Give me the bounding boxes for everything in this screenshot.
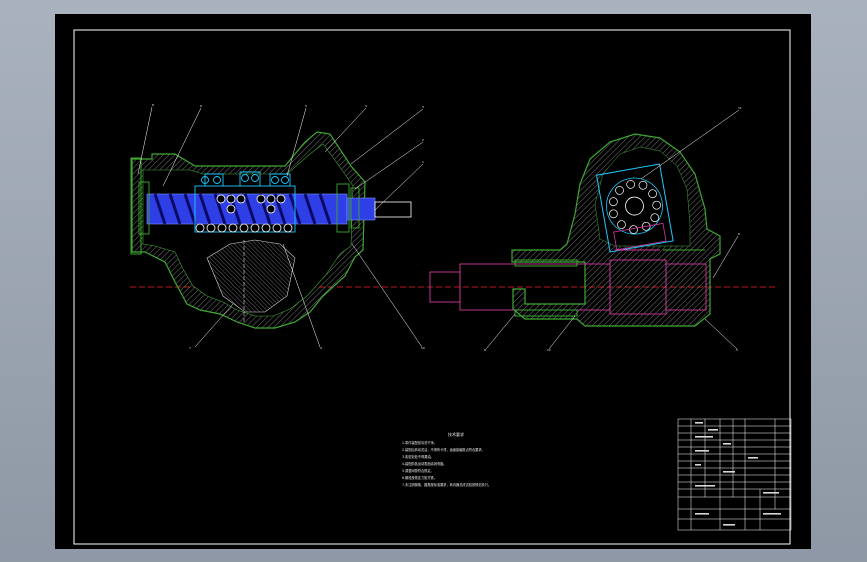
callout-7: 7 — [189, 346, 191, 350]
note-line-3: 3.各密封处不得漏油。 — [402, 454, 434, 459]
drawing-svg: 8 6 5 4 3 2 1 7 9 10 11 6 8 12 5 技术要求 1.… — [73, 29, 792, 545]
title-block-marks — [695, 422, 781, 526]
balls-bottom — [195, 223, 293, 233]
callout-5: 5 — [305, 104, 307, 108]
callout-10: 10 — [421, 346, 425, 350]
callout-4: 4 — [365, 104, 367, 108]
callout-2: 2 — [422, 138, 424, 142]
right-section-view: 11 6 8 12 5 — [429, 106, 742, 352]
note-line-7: 7.未注明倒角、圆角按标准要求，转向器总成试验按规范执行。 — [402, 482, 491, 487]
callout-5r: 5 — [736, 348, 738, 352]
callout-8: 8 — [152, 103, 154, 107]
drawing-sheet: 8 6 5 4 3 2 1 7 9 10 11 6 8 12 5 技术要求 1.… — [55, 14, 811, 549]
technical-notes: 技术要求 1.零件装配前清洗干净。 2.装配后转动灵活，不得有卡滞，齿面接触斑点… — [402, 431, 491, 487]
left-section-view: 8 6 5 4 3 2 1 7 9 10 — [130, 103, 425, 350]
note-line-4: 4.装配前各运动表面涂润滑脂。 — [402, 461, 446, 466]
callout-12: 12 — [547, 348, 551, 352]
note-line-6: 6.螺栓按规定力矩拧紧。 — [402, 475, 437, 480]
note-line-2: 2.装配后转动灵活，不得有卡滞，齿面接触斑点符合要求。 — [402, 447, 485, 452]
callout-11: 11 — [738, 106, 742, 110]
callout-8r: 8 — [484, 348, 486, 352]
callout-9: 9 — [320, 346, 322, 350]
note-line-1: 1.零件装配前清洗干净。 — [402, 440, 437, 445]
note-line-5: 5.调整间隙符合规定。 — [402, 468, 434, 473]
notes-title: 技术要求 — [448, 431, 464, 437]
callout-6: 6 — [200, 104, 202, 108]
callout-6r: 6 — [738, 232, 740, 236]
callout-1: 1 — [422, 160, 424, 164]
callout-3: 3 — [422, 105, 424, 109]
